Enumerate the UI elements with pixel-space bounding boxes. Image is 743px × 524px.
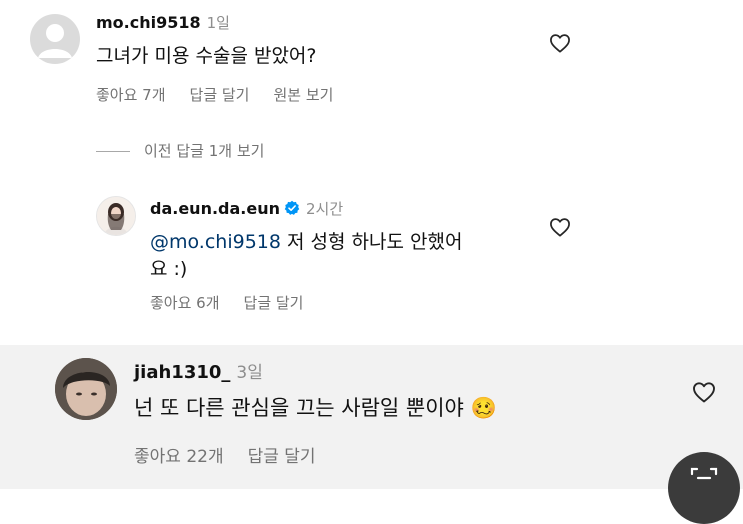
comment-actions: 좋아요 7개 답글 달기 원본 보기	[96, 84, 357, 105]
like-count[interactable]: 좋아요 7개	[96, 86, 166, 104]
comment-text: 넌 또 다른 관심을 끄는 사람일 뿐이야 🥴	[134, 390, 497, 426]
reply-button[interactable]: 답글 달기	[248, 447, 316, 467]
reply-username[interactable]: da.eun.da.eun 2시간	[150, 198, 343, 219]
caption-icon	[690, 467, 718, 480]
heart-outline-icon[interactable]	[549, 217, 571, 237]
reply-text-line-1: @mo.chi9518 저 성형 하나도 안했어	[150, 226, 462, 258]
comment-time: 1일	[206, 14, 230, 32]
avatar-placeholder[interactable]	[30, 14, 80, 64]
reply-time: 2시간	[306, 200, 344, 218]
like-count[interactable]: 좋아요 22개	[134, 447, 224, 467]
avatar[interactable]	[55, 358, 117, 420]
reply-text-line-2: 요 :)	[150, 258, 188, 280]
reply-button[interactable]: 답글 달기	[244, 294, 304, 312]
heart-outline-icon[interactable]	[692, 381, 716, 403]
comment-time: 3일	[236, 363, 263, 383]
comment-text: 그녀가 미용 수술을 받았어?	[96, 45, 317, 67]
caption-button[interactable]	[668, 452, 740, 524]
reply-text: 저 성형 하나도 안했어	[280, 231, 463, 253]
view-original-button[interactable]: 원본 보기	[273, 86, 333, 104]
heart-outline-icon[interactable]	[549, 33, 571, 53]
comment-actions: 좋아요 22개 답글 달기	[134, 442, 340, 467]
reply-button[interactable]: 답글 달기	[190, 86, 250, 104]
comment-username[interactable]: mo.chi9518 1일	[96, 12, 230, 33]
avatar[interactable]	[96, 196, 136, 236]
verified-badge-icon	[284, 200, 300, 215]
like-count[interactable]: 좋아요 6개	[150, 294, 220, 312]
comment-text-body: 넌 또 다른 관심을 끄는 사람일 뿐이야	[134, 396, 464, 420]
divider-line	[96, 151, 130, 152]
mention-link[interactable]: @mo.chi9518	[150, 231, 281, 253]
comment-username[interactable]: jiah1310_ 3일	[134, 358, 263, 383]
reply-actions: 좋아요 6개 답글 달기	[150, 292, 327, 313]
woozy-face-emoji: 🥴	[470, 396, 497, 420]
view-previous-replies-label[interactable]: 이전 답글 1개 보기	[144, 140, 264, 161]
